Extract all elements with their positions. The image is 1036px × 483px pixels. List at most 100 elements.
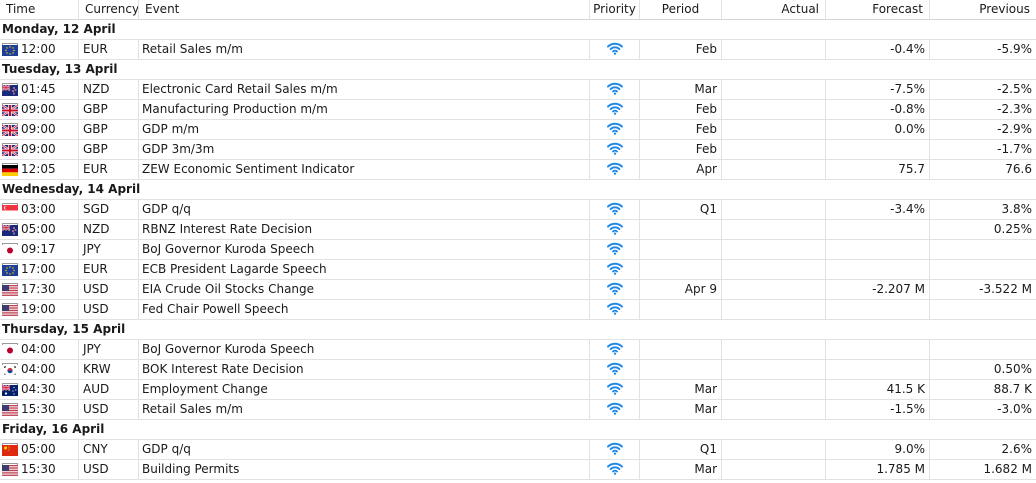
- time-cell: 09:00: [0, 100, 79, 119]
- period-cell: Feb: [640, 40, 722, 59]
- time-cell: 12:00: [0, 40, 79, 59]
- period-cell: Feb: [640, 140, 722, 159]
- wifi-signal-priority-icon: [606, 242, 623, 256]
- event-time: 04:00: [21, 342, 56, 356]
- column-header-time[interactable]: Time: [0, 0, 79, 19]
- event-row[interactable]: 04:00 KRW BOK Interest Rate Decision 0.50%: [0, 360, 1036, 380]
- currency-cell: GBP: [79, 140, 139, 159]
- event-row[interactable]: 12:05 EUR ZEW Economic Sentiment Indicator…: [0, 160, 1036, 180]
- flag-nz-icon: [1, 83, 18, 96]
- period-cell: Q1: [640, 440, 722, 459]
- previous-cell: [930, 340, 1036, 359]
- flag-us-icon: [2, 463, 18, 476]
- time-cell: 03:00: [0, 200, 79, 219]
- day-label: Wednesday, 14 April: [2, 182, 141, 196]
- flag-gb-icon: [1, 103, 19, 117]
- event-row[interactable]: 17:00 EUR ECB President Lagarde Speech: [0, 260, 1036, 280]
- forecast-cell: 9.0%: [826, 440, 930, 459]
- currency-cell: JPY: [79, 340, 139, 359]
- period-cell: Mar: [640, 380, 722, 399]
- previous-cell: 0.50%: [993, 362, 1032, 376]
- forecast-cell: -0.8%: [826, 100, 930, 119]
- column-header-currency[interactable]: Currency: [79, 0, 139, 19]
- forecast-cell: [826, 260, 930, 279]
- column-header-event[interactable]: Event: [139, 0, 590, 19]
- period-cell: Mar: [640, 80, 722, 99]
- time-cell: 04:30: [0, 380, 79, 399]
- event-row[interactable]: 15:30 USD Retail Sales m/m Mar -1.5% -3.0%: [0, 400, 1036, 420]
- actual-cell: [722, 400, 826, 419]
- currency-cell: USD: [79, 300, 139, 319]
- actual-cell: [722, 280, 826, 299]
- actual-cell: [722, 40, 826, 59]
- previous-cell: 0.25%: [993, 222, 1032, 236]
- forecast-cell: -0.4%: [826, 40, 930, 59]
- previous-cell: 3.8%: [1001, 202, 1033, 216]
- event-row[interactable]: 03:00 SGD GDP q/q Q1 -3.4% 3.8%: [0, 200, 1036, 220]
- event-name: RBNZ Interest Rate Decision: [139, 220, 590, 239]
- event-row[interactable]: 12:00 EUR Retail Sales m/m Feb -0.4% -5.9%: [0, 40, 1036, 60]
- time-cell: 12:05: [0, 160, 79, 179]
- event-name: ECB President Lagarde Speech: [139, 260, 590, 279]
- event-row[interactable]: 09:00 GBP Manufacturing Production m/m Feb -…: [0, 100, 1036, 120]
- event-row[interactable]: 09:00 GBP GDP m/m Feb 0.0% -2.9%: [0, 120, 1036, 140]
- actual-cell: [722, 240, 826, 259]
- event-name: BOK Interest Rate Decision: [139, 360, 590, 379]
- period-cell: Mar: [640, 460, 722, 479]
- time-cell: 17:30: [0, 280, 79, 299]
- previous-cell: [930, 300, 1036, 319]
- day-header-row: Tuesday, 13 April: [0, 60, 1036, 80]
- priority-cell: [590, 240, 640, 259]
- forecast-cell: -2.207 M: [826, 280, 930, 299]
- previous-cell: 1.682 M: [983, 462, 1032, 476]
- period-cell: Apr 9: [640, 280, 722, 299]
- previous-cell: 76.6: [1005, 162, 1032, 176]
- column-header-period[interactable]: Period: [640, 0, 722, 19]
- priority-cell: [590, 460, 640, 479]
- day-label: Monday, 12 April: [2, 22, 116, 36]
- event-row[interactable]: 09:00 GBP GDP 3m/3m Feb -1.7%: [0, 140, 1036, 160]
- event-row[interactable]: 01:45 NZD Electronic Card Retail Sales m/m…: [0, 80, 1036, 100]
- time-cell: 04:00: [0, 340, 79, 359]
- event-row[interactable]: 09:17 JPY BoJ Governor Kuroda Speech: [0, 240, 1036, 260]
- priority-cell: [590, 300, 640, 319]
- previous-cell: -2.3%: [997, 102, 1032, 116]
- column-header-actual[interactable]: Actual: [722, 0, 826, 19]
- actual-cell: [722, 160, 826, 179]
- flag-jp-icon: [2, 243, 18, 256]
- forecast-cell: [826, 220, 930, 239]
- event-row[interactable]: 05:00 NZD RBNZ Interest Rate Decision 0.25%: [0, 220, 1036, 240]
- event-row[interactable]: 19:00 USD Fed Chair Powell Speech: [0, 300, 1036, 320]
- currency-cell: CNY: [79, 440, 139, 459]
- wifi-signal-priority-icon: [606, 402, 623, 416]
- flag-kr-icon: [2, 363, 18, 376]
- flag-us-icon: [2, 403, 18, 416]
- column-header-forecast[interactable]: Forecast: [826, 0, 930, 19]
- event-name: Manufacturing Production m/m: [139, 100, 590, 119]
- period-cell: [640, 220, 722, 239]
- period-cell: [640, 240, 722, 259]
- wifi-signal-priority-icon: [606, 282, 623, 296]
- wifi-signal-priority-icon: [606, 362, 623, 376]
- flag-au-icon: [1, 383, 18, 396]
- event-name: BoJ Governor Kuroda Speech: [139, 340, 590, 359]
- priority-cell: [590, 140, 640, 159]
- event-row[interactable]: 05:00 CNY GDP q/q Q1 9.0% 2.6%: [0, 440, 1036, 460]
- period-cell: [640, 300, 722, 319]
- column-header-previous[interactable]: Previous: [930, 0, 1036, 19]
- day-header-row: Wednesday, 14 April: [0, 180, 1036, 200]
- currency-cell: EUR: [79, 260, 139, 279]
- forecast-cell: 0.0%: [826, 120, 930, 139]
- period-cell: [640, 260, 722, 279]
- event-row[interactable]: 15:30 USD Building Permits Mar 1.785 M 1.682 …: [0, 460, 1036, 480]
- event-row[interactable]: 17:30 USD EIA Crude Oil Stocks Change Apr 9…: [0, 280, 1036, 300]
- event-row[interactable]: 04:30 AUD Employment Change Mar 41.5 K 88.7 K: [0, 380, 1036, 400]
- wifi-signal-priority-icon: [606, 102, 623, 116]
- event-row[interactable]: 04:00 JPY BoJ Governor Kuroda Speech: [0, 340, 1036, 360]
- column-header-priority[interactable]: Priority: [590, 0, 640, 19]
- wifi-signal-priority-icon: [606, 462, 623, 476]
- priority-cell: [590, 160, 640, 179]
- priority-cell: [590, 360, 640, 379]
- flag-jp-icon: [2, 343, 18, 356]
- event-time: 04:30: [21, 382, 56, 396]
